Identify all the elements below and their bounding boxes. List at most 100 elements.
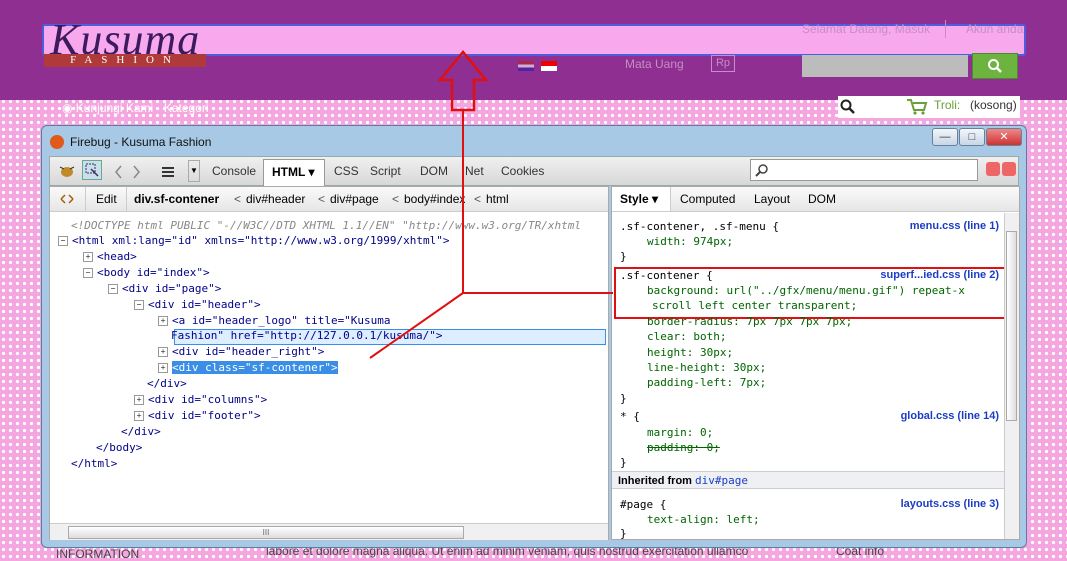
tree-node[interactable]: − <div id="page"> [108, 282, 221, 296]
css-property[interactable]: line-height: 30px; [647, 360, 766, 375]
css-rule-end: } [620, 250, 627, 263]
css-selector: .sf-contener, .sf-menu { [620, 220, 779, 233]
css-property[interactable]: background: url("../gfx/menu/menu.gif") … [647, 283, 965, 298]
css-source-link[interactable]: global.css (line 14) [901, 410, 999, 422]
firebug-window: Firebug - Kusuma Fashion — □ ✕ ▼ Console… [41, 125, 1027, 548]
search-icon [755, 164, 768, 177]
inherited-header: Inherited from div#page [612, 471, 1004, 489]
tree-node-close: </body> [96, 441, 143, 454]
maximize-button[interactable]: □ [959, 128, 985, 146]
logo-sub: FASHION [44, 54, 206, 67]
close-button[interactable]: ✕ [986, 128, 1022, 146]
css-rule-end: } [620, 527, 627, 540]
tree-node-close: </div> [147, 377, 187, 390]
cart-block[interactable]: Troli: (kosong) [838, 96, 1020, 118]
tab-dom[interactable]: DOM [808, 192, 836, 206]
dropdown-toggle[interactable]: ▼ [188, 160, 200, 182]
breadcrumb-item[interactable]: body#index [404, 192, 465, 206]
css-selector: #page { [620, 498, 667, 511]
scroll-thumb[interactable] [1006, 231, 1017, 421]
tree-node[interactable]: − <div id="header"> [134, 298, 261, 312]
inspect-element-icon[interactable] [60, 192, 74, 206]
flag-en-icon[interactable] [518, 60, 534, 71]
breadcrumb-item[interactable]: div#page [330, 192, 379, 206]
tab-cookies[interactable]: Cookies [501, 164, 544, 178]
currency-button[interactable]: Rp [711, 55, 735, 72]
tab-html[interactable]: HTML ▾ [263, 159, 325, 186]
breadcrumb-item[interactable]: div.sf-contener [134, 192, 219, 206]
css-rule-end: } [620, 392, 627, 405]
css-property-overridden[interactable]: padding: 0; [647, 440, 720, 455]
site-search-input[interactable] [802, 55, 968, 77]
sub-navigation[interactable]: ◉ Kunjungi Kami · Kategori [62, 101, 209, 115]
tree-node-continued: Fashion" href="http://127.0.0.1/kusuma/"… [171, 329, 443, 342]
inherited-link[interactable]: div#page [695, 474, 748, 487]
css-property[interactable]: border-radius: 7px 7px 7px 7px; [647, 314, 852, 329]
css-property[interactable]: width: 974px; [647, 234, 733, 249]
close-panel-icon[interactable] [1002, 162, 1016, 176]
site-header: Kusuma FASHION Selamat Datang, Masuk Aku… [0, 0, 1067, 100]
css-property[interactable]: clear: both; [647, 329, 726, 344]
horizontal-scrollbar[interactable]: III [50, 523, 608, 540]
minimize-panel-icon[interactable] [986, 162, 1000, 176]
css-property[interactable]: margin: 0; [647, 425, 713, 440]
welcome-text[interactable]: Selamat Datang, Masuk [802, 20, 946, 38]
magnifier-icon[interactable] [840, 99, 856, 115]
breadcrumb-item[interactable]: html [486, 192, 509, 206]
tab-layout[interactable]: Layout [754, 192, 790, 206]
tree-node[interactable]: − <html xml:lang="id" xmlns="http://www.w… [58, 234, 450, 248]
html-tree: <!DOCTYPE html PUBLIC "-//W3C//DTD XHTML… [50, 213, 608, 513]
scroll-thumb[interactable]: III [68, 526, 464, 539]
tree-node-close: </html> [71, 457, 118, 470]
css-rule-end: } [620, 456, 627, 469]
cart-label: Troli: [934, 98, 961, 112]
tab-net[interactable]: Net [465, 164, 484, 178]
flag-id-icon[interactable] [541, 60, 558, 71]
tab-script[interactable]: Script [370, 164, 401, 178]
tree-node[interactable]: + <div id="footer"> [134, 409, 261, 423]
tree-node[interactable]: − <body id="index"> [83, 266, 210, 280]
css-selector: .sf-contener { [620, 269, 713, 282]
css-source-link[interactable]: menu.css (line 1) [910, 220, 999, 232]
window-title: Firebug - Kusuma Fashion [50, 132, 211, 152]
firebug-search-input[interactable] [750, 159, 978, 181]
doctype-line: <!DOCTYPE html PUBLIC "-//W3C//DTD XHTML… [71, 219, 581, 232]
firebug-toolbar: ▼ Console HTML ▾ CSS Script DOM Net Cook… [49, 156, 1019, 186]
css-property[interactable]: height: 30px; [647, 345, 733, 360]
menu-list-icon[interactable] [160, 165, 176, 179]
language-flags[interactable] [518, 58, 561, 72]
inspect-button[interactable] [82, 160, 102, 180]
edit-button[interactable]: Edit [96, 192, 117, 206]
tab-dom[interactable]: DOM [420, 164, 448, 178]
site-search-button[interactable] [972, 53, 1018, 79]
css-property[interactable]: text-align: left; [647, 512, 760, 527]
tree-node[interactable]: + <div id="columns"> [134, 393, 267, 407]
vertical-scrollbar[interactable] [1004, 213, 1019, 539]
html-panel: Edit div.sf-contener < div#header < div#… [49, 186, 609, 540]
style-panel: Style ▾ Computed Layout DOM .sf-contener… [611, 186, 1020, 540]
css-selector: * { [620, 410, 640, 423]
tab-css[interactable]: CSS [334, 164, 359, 178]
breadcrumb-item[interactable]: div#header [246, 192, 305, 206]
tab-console[interactable]: Console [212, 164, 256, 178]
account-link[interactable]: Akun anda [966, 22, 1023, 36]
currency-label: Mata Uang [625, 57, 684, 71]
tab-computed[interactable]: Computed [680, 192, 735, 206]
tree-node[interactable]: + <a id="header_logo" title="Kusuma [158, 314, 391, 328]
breadcrumb: Edit div.sf-contener < div#header < div#… [50, 187, 608, 212]
css-source-link[interactable]: superf...ied.css (line 2) [880, 269, 999, 281]
css-property[interactable]: padding-left: 7px; [647, 375, 766, 390]
minimize-button[interactable]: — [932, 128, 958, 146]
tree-node-selected[interactable]: + <div class="sf-contener"> [158, 361, 338, 375]
tree-node[interactable]: + <div id="header_right"> [158, 345, 324, 359]
back-forward-icon[interactable] [114, 165, 144, 179]
css-source-link[interactable]: layouts.css (line 3) [901, 498, 999, 510]
tab-style[interactable]: Style ▾ [620, 192, 658, 206]
site-logo[interactable]: Kusuma FASHION [44, 14, 206, 70]
firefox-icon [50, 135, 64, 149]
firebug-bug-icon[interactable] [58, 163, 76, 179]
cart-value: (kosong) [970, 98, 1017, 112]
inspect-icon [85, 163, 99, 177]
cart-icon [907, 99, 928, 115]
tree-node[interactable]: + <head> [83, 250, 137, 264]
